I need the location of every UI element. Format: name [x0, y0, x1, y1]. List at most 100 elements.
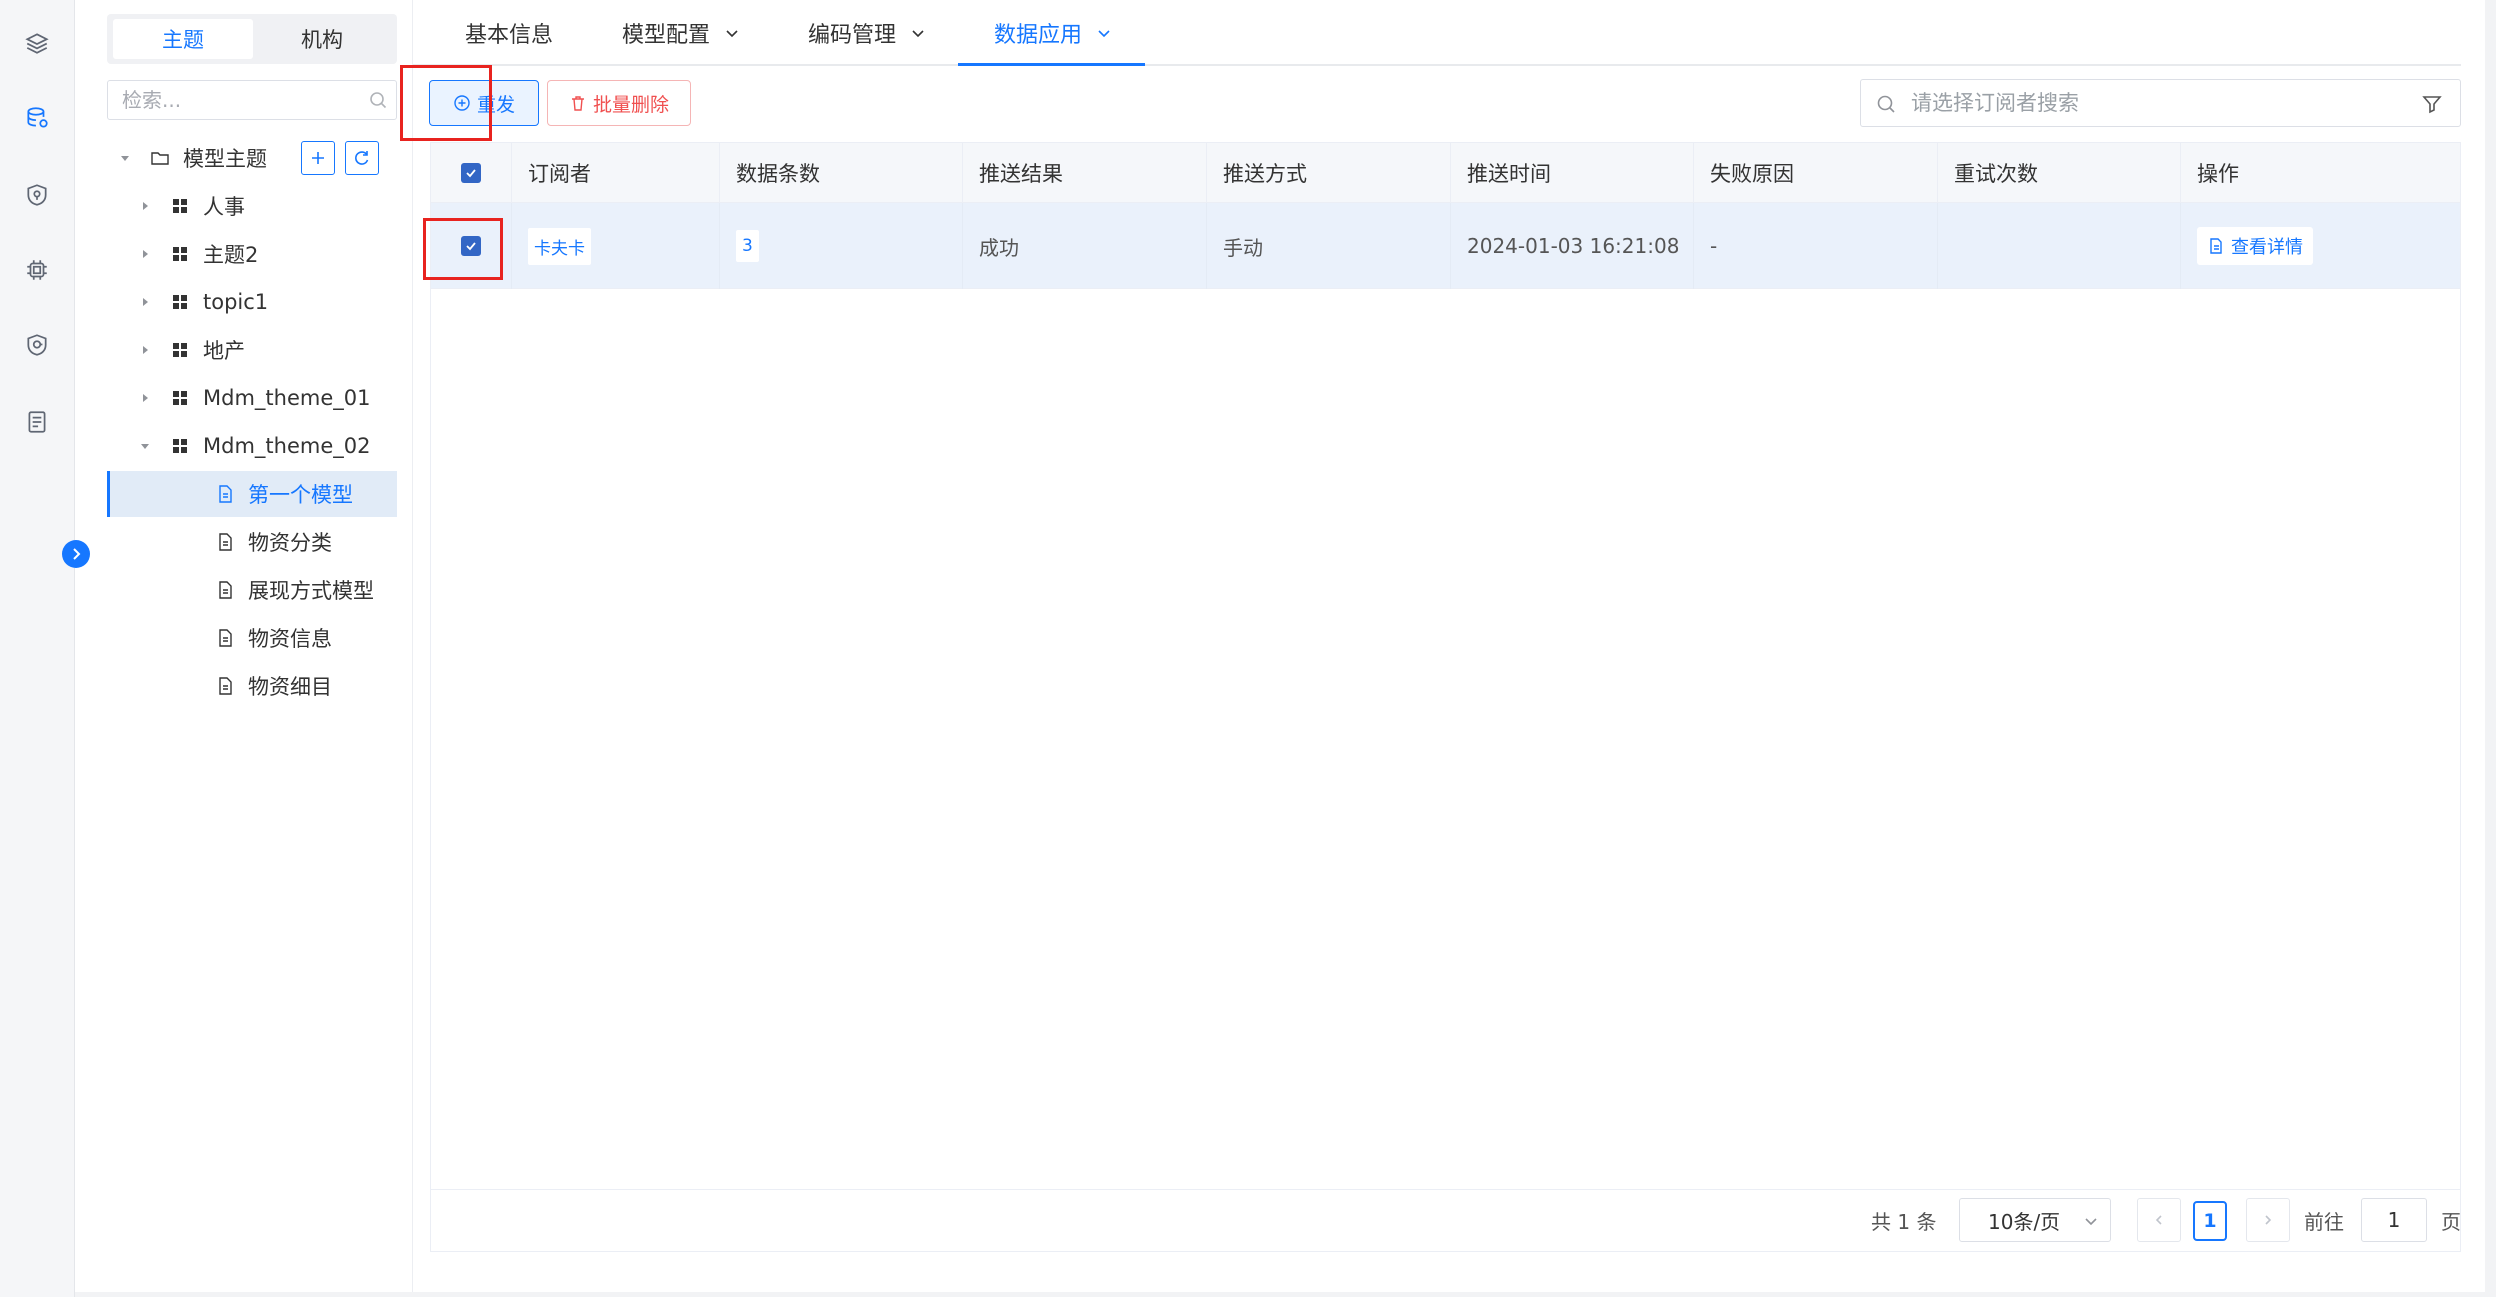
page-size-value: 10条/页	[1988, 1209, 2061, 1234]
tree-node[interactable]: Mdm_theme_02	[107, 423, 397, 469]
filter-icon[interactable]	[2420, 92, 2444, 116]
document-list-icon[interactable]	[22, 407, 52, 437]
tree-node-label: Mdm_theme_01	[203, 386, 371, 410]
column-header: 推送结果	[963, 143, 1207, 203]
security-icon[interactable]	[22, 330, 52, 360]
refresh-tree-button[interactable]	[345, 141, 379, 175]
chevron-right-icon	[2265, 1215, 2272, 1225]
view-details-label: 查看详情	[2231, 237, 2303, 258]
grid-icon	[169, 195, 191, 217]
tree-node-label: 主题2	[203, 243, 259, 267]
next-page-button[interactable]	[2246, 1198, 2290, 1242]
grid-icon	[169, 291, 191, 313]
tree-search	[107, 80, 397, 120]
column-header-label: 推送方式	[1223, 162, 1307, 186]
expand-sidebar-button[interactable]	[62, 540, 90, 568]
caret-right-icon[interactable]	[137, 342, 153, 358]
subscriber-cell: 卡夫卡	[512, 203, 720, 289]
tree-node-label: topic1	[203, 290, 269, 314]
column-header: 推送时间	[1451, 143, 1694, 203]
tree-model-item[interactable]: 物资信息	[107, 615, 397, 661]
tree-model-label: 第一个模型	[248, 483, 353, 507]
document-icon	[214, 483, 236, 505]
tree-node[interactable]: 主题2	[107, 231, 397, 277]
action-cell: 查看详情	[2181, 203, 2460, 289]
tree-node[interactable]: topic1	[107, 279, 397, 325]
tree-model-item[interactable]: 物资分类	[107, 519, 397, 565]
pagination: 共 1 条 10条/页 1 前往 页	[431, 1189, 2461, 1251]
select-all-checkbox[interactable]	[461, 163, 481, 183]
page-number-current[interactable]: 1	[2193, 1201, 2227, 1241]
reason-cell: -	[1694, 203, 1938, 289]
tree-model-item[interactable]: 物资细目	[107, 663, 397, 709]
column-header-label: 操作	[2197, 162, 2239, 186]
add-theme-button[interactable]	[301, 141, 335, 175]
tree-node[interactable]: 人事	[107, 183, 397, 229]
time-text: 2024-01-03 16:21:08	[1467, 234, 1680, 258]
tree-model-label: 物资信息	[248, 627, 332, 651]
tree-model-item[interactable]: 第一个模型	[107, 471, 397, 517]
column-header: 数据条数	[720, 143, 963, 203]
tab-model-config[interactable]: 模型配置	[622, 0, 740, 66]
count-cell: 3	[720, 203, 963, 289]
view-details-button[interactable]: 查看详情	[2197, 227, 2313, 265]
content-area: 基本信息 模型配置 编码管理 数据应用 重发 批量删除 请选择订阅者搜索 订阅者…	[400, 0, 2485, 1292]
highlight-box	[423, 218, 503, 280]
pagination-total: 共 1 条	[1871, 1210, 1937, 1234]
search-icon	[370, 92, 387, 109]
chip-icon[interactable]	[22, 255, 52, 285]
caret-down-icon[interactable]	[137, 438, 153, 454]
caret-right-icon[interactable]	[137, 246, 153, 262]
segment-tab-theme[interactable]: 主题	[113, 19, 253, 59]
tree-node-label: 人事	[203, 195, 245, 219]
layers-icon[interactable]	[22, 28, 52, 58]
tree-node-label: 地产	[203, 339, 245, 363]
search-icon	[1877, 95, 1895, 113]
page-size-select[interactable]: 10条/页	[1959, 1198, 2111, 1242]
caret-down-icon[interactable]	[117, 150, 133, 166]
document-icon	[214, 579, 236, 601]
grid-icon	[169, 387, 191, 409]
grid-icon	[169, 243, 191, 265]
method-text: 手动	[1223, 235, 1263, 260]
subscriber-search-input[interactable]	[1911, 86, 2391, 120]
tree-model-item[interactable]: 展现方式模型	[107, 567, 397, 613]
chevron-down-icon	[1098, 30, 1110, 38]
table-row[interactable]: 卡夫卡 3 成功 手动 2024-01-03 16:21:08 - 查看详情	[431, 203, 2460, 289]
batch-delete-label: 批量删除	[592, 93, 669, 116]
caret-right-icon[interactable]	[137, 390, 153, 406]
column-header: 重试次数	[1938, 143, 2181, 203]
segment-tab-org[interactable]: 机构	[252, 19, 392, 59]
tab-label: 数据应用	[994, 23, 1083, 48]
tree-node-label: Mdm_theme_02	[203, 434, 371, 458]
goto-page-input[interactable]	[2362, 1199, 2426, 1241]
database-icon[interactable]	[22, 103, 52, 133]
document-icon	[2210, 238, 2222, 254]
grid-icon	[169, 435, 191, 457]
tab-label: 编码管理	[808, 23, 897, 48]
shield-icon[interactable]	[22, 180, 52, 210]
highlight-box	[400, 65, 492, 141]
tab-basic-info[interactable]: 基本信息	[465, 0, 553, 66]
tab-data-application[interactable]: 数据应用	[994, 0, 1112, 66]
caret-right-icon[interactable]	[137, 198, 153, 214]
column-header-label: 数据条数	[736, 162, 820, 186]
tree-search-input[interactable]	[108, 81, 338, 119]
left-rail	[0, 0, 75, 1297]
caret-right-icon[interactable]	[137, 294, 153, 310]
column-header: 推送方式	[1207, 143, 1451, 203]
grid-icon	[169, 339, 191, 361]
tree-node[interactable]: Mdm_theme_01	[107, 375, 397, 421]
table-header: 订阅者 数据条数 推送结果 推送方式 推送时间 失败原因 重试次数 操作	[431, 143, 2460, 203]
chevron-down-icon	[726, 30, 738, 38]
main-panel: 主题 机构 模型主题 人事 主题2	[75, 0, 2485, 1292]
prev-page-button[interactable]	[2137, 1198, 2181, 1242]
tree-node[interactable]: 地产	[107, 327, 397, 373]
batch-delete-button[interactable]: 批量删除	[547, 80, 691, 126]
header-select-all[interactable]	[431, 143, 512, 203]
count-tag: 3	[736, 230, 759, 262]
result-text: 成功	[979, 235, 1019, 260]
goto-page-field	[2361, 1198, 2427, 1242]
tree-panel: 主题 机构 模型主题 人事 主题2	[75, 0, 413, 1292]
tab-code-management[interactable]: 编码管理	[808, 0, 926, 66]
